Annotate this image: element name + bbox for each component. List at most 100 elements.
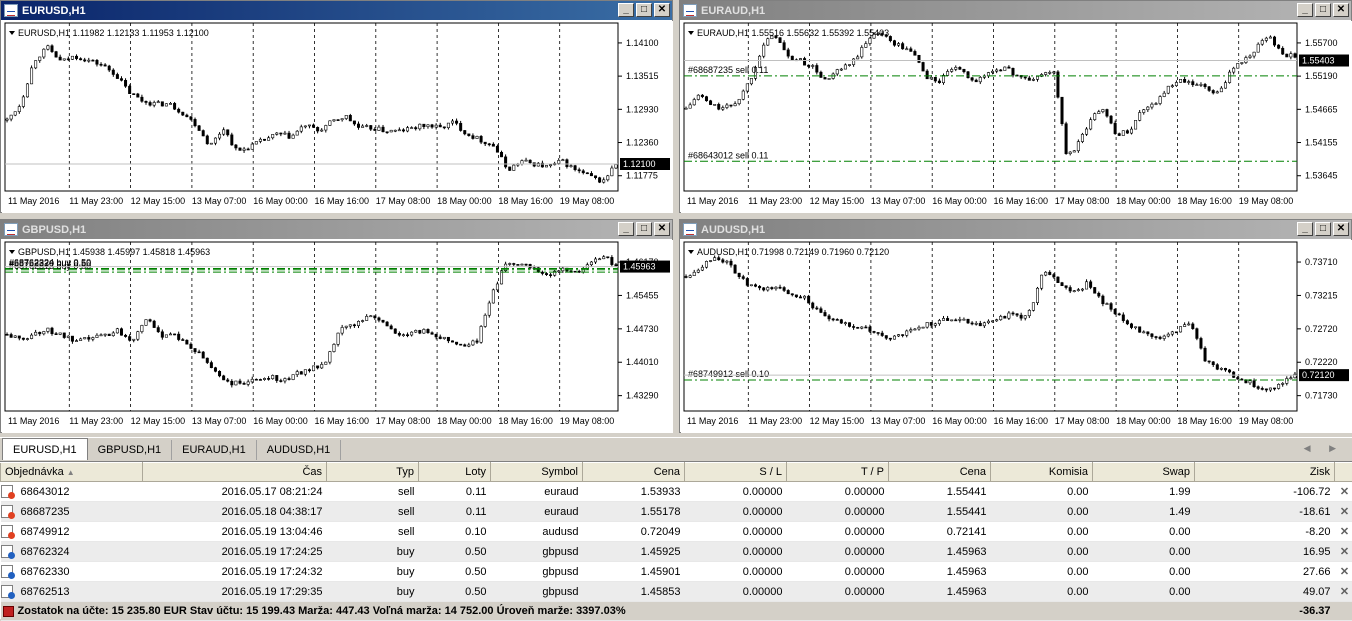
- price-axis-label: 1.45455: [626, 290, 659, 300]
- close-order-icon[interactable]: ✕: [1335, 542, 1352, 562]
- col-header-order[interactable]: Objednávka ▲: [1, 463, 143, 482]
- close-order-icon[interactable]: ✕: [1335, 482, 1352, 502]
- time-axis-label: 16 May 00:00: [932, 196, 987, 206]
- maximize-button[interactable]: □: [636, 3, 652, 17]
- window-title: EURUSD,H1: [22, 5, 86, 17]
- order-time: 2016.05.19 17:24:32: [143, 562, 327, 582]
- account-icon: [3, 606, 14, 617]
- window-titlebar[interactable]: EURAUD,H1 _ □ ✕: [680, 1, 1351, 20]
- order-row[interactable]: 686430122016.05.17 08:21:24sell0.11eurau…: [1, 482, 1352, 502]
- col-header-current-price[interactable]: Cena: [889, 463, 991, 482]
- order-symbol: euraud: [491, 502, 583, 522]
- order-swap: 0.00: [1093, 542, 1195, 562]
- price-axis-label: 1.54665: [1305, 104, 1338, 114]
- order-price: 1.53933: [583, 482, 685, 502]
- time-axis-label: 11 May 23:00: [748, 196, 802, 206]
- order-profit: 49.07: [1195, 582, 1335, 602]
- close-button[interactable]: ✕: [654, 222, 670, 236]
- price-chart[interactable]: 11 May 201611 May 23:0012 May 15:0013 Ma…: [2, 21, 673, 213]
- maximize-button[interactable]: □: [1315, 3, 1331, 17]
- col-header-tp[interactable]: T / P: [787, 463, 889, 482]
- order-id: 68762330: [1, 562, 143, 582]
- time-axis-label: 13 May 07:00: [192, 196, 247, 206]
- maximize-button[interactable]: □: [1315, 222, 1331, 236]
- window-titlebar[interactable]: AUDUSD,H1 _ □ ✕: [680, 220, 1351, 239]
- col-header-swap[interactable]: Swap: [1093, 463, 1195, 482]
- close-button[interactable]: ✕: [654, 3, 670, 17]
- tab-euraud[interactable]: EURAUD,H1: [172, 440, 257, 460]
- order-row[interactable]: 687499122016.05.19 13:04:46sell0.10audus…: [1, 522, 1352, 542]
- time-axis-label: 18 May 00:00: [1116, 196, 1171, 206]
- price-chart[interactable]: 11 May 201611 May 23:0012 May 15:0013 Ma…: [2, 240, 673, 433]
- order-swap: 0.00: [1093, 562, 1195, 582]
- order-id: 68762324: [1, 542, 143, 562]
- time-axis-label: 11 May 2016: [8, 416, 59, 426]
- price-axis-label: 1.54155: [1305, 138, 1338, 148]
- chart-window-eurusd[interactable]: EURUSD,H1 _ □ ✕ 11 May 201611 May 23:001…: [0, 0, 673, 213]
- order-sl: 0.00000: [685, 562, 787, 582]
- minimize-button[interactable]: _: [618, 222, 634, 236]
- col-header-sl[interactable]: S / L: [685, 463, 787, 482]
- col-header-commission[interactable]: Komisia: [991, 463, 1093, 482]
- orders-table: Objednávka ▲ Čas Typ Loty Symbol Cena S …: [0, 462, 1352, 621]
- order-cur: 1.55441: [889, 502, 991, 522]
- minimize-button[interactable]: _: [618, 3, 634, 17]
- account-summary-row: Zostatok na účte: 15 235.80 EUR Stav účt…: [1, 602, 1352, 621]
- maximize-button[interactable]: □: [636, 222, 652, 236]
- col-header-lots[interactable]: Loty: [419, 463, 491, 482]
- sort-ascending-icon: ▲: [67, 468, 75, 477]
- order-level-label: #68749912 sell 0.10: [688, 369, 769, 379]
- tab-eurusd[interactable]: EURUSD,H1: [2, 438, 88, 460]
- close-order-icon[interactable]: ✕: [1335, 502, 1352, 522]
- time-axis-label: 18 May 16:00: [498, 196, 553, 206]
- minimize-button[interactable]: _: [1297, 3, 1313, 17]
- time-axis-label: 18 May 16:00: [1177, 416, 1232, 426]
- close-order-icon[interactable]: ✕: [1335, 582, 1352, 602]
- price-chart[interactable]: 11 May 201611 May 23:0012 May 15:0013 Ma…: [681, 21, 1352, 213]
- col-header-symbol[interactable]: Symbol: [491, 463, 583, 482]
- order-row[interactable]: 687623302016.05.19 17:24:32buy0.50gbpusd…: [1, 562, 1352, 582]
- col-header-type[interactable]: Typ: [327, 463, 419, 482]
- order-price: 1.45853: [583, 582, 685, 602]
- order-sl: 0.00000: [685, 522, 787, 542]
- chart-tabs: EURUSD,H1 GBPUSD,H1 EURAUD,H1 AUDUSD,H1 …: [0, 437, 1352, 460]
- sell-order-icon: [1, 525, 13, 538]
- window-title: AUDUSD,H1: [701, 224, 765, 236]
- order-row[interactable]: 687623242016.05.19 17:24:25buy0.50gbpusd…: [1, 542, 1352, 562]
- order-cur: 1.45963: [889, 562, 991, 582]
- chart-svg: 11 May 201611 May 23:0012 May 15:0013 Ma…: [681, 21, 1352, 213]
- order-price: 1.45925: [583, 542, 685, 562]
- order-lots: 0.50: [419, 542, 491, 562]
- trade-terminal: Objednávka ▲ Čas Typ Loty Symbol Cena S …: [0, 461, 1352, 619]
- close-button[interactable]: ✕: [1333, 3, 1349, 17]
- order-row[interactable]: 686872352016.05.18 04:38:17sell0.11eurau…: [1, 502, 1352, 522]
- minimize-button[interactable]: _: [1297, 222, 1313, 236]
- window-titlebar[interactable]: GBPUSD,H1 _ □ ✕: [1, 220, 672, 239]
- order-comm: 0.00: [991, 562, 1093, 582]
- chart-window-euraud[interactable]: EURAUD,H1 _ □ ✕ 11 May 201611 May 23:001…: [679, 0, 1352, 213]
- window-titlebar[interactable]: EURUSD,H1 _ □ ✕: [1, 1, 672, 20]
- order-time: 2016.05.19 17:24:25: [143, 542, 327, 562]
- col-header-profit[interactable]: Zisk: [1195, 463, 1335, 482]
- order-tp: 0.00000: [787, 522, 889, 542]
- time-axis-label: 16 May 16:00: [315, 416, 370, 426]
- col-header-open-price[interactable]: Cena: [583, 463, 685, 482]
- col-header-time[interactable]: Čas: [143, 463, 327, 482]
- close-order-icon[interactable]: ✕: [1335, 562, 1352, 582]
- buy-order-icon: [1, 565, 13, 578]
- chart-window-gbpusd[interactable]: GBPUSD,H1 _ □ ✕ 11 May 201611 May 23:001…: [0, 219, 673, 433]
- order-tp: 0.00000: [787, 482, 889, 502]
- tab-audusd[interactable]: AUDUSD,H1: [257, 440, 342, 460]
- time-axis-label: 16 May 00:00: [253, 416, 308, 426]
- price-chart[interactable]: 11 May 201611 May 23:0012 May 15:0013 Ma…: [681, 240, 1352, 433]
- tab-gbpusd[interactable]: GBPUSD,H1: [88, 440, 173, 460]
- close-button[interactable]: ✕: [1333, 222, 1349, 236]
- tab-scroll-arrows[interactable]: ◀ ▶: [1304, 443, 1344, 454]
- chart-window-audusd[interactable]: AUDUSD,H1 _ □ ✕ 11 May 201611 May 23:001…: [679, 219, 1352, 433]
- time-axis-label: 11 May 2016: [687, 416, 738, 426]
- order-cur: 1.45963: [889, 542, 991, 562]
- close-order-icon[interactable]: ✕: [1335, 522, 1352, 542]
- order-profit: 16.95: [1195, 542, 1335, 562]
- order-row[interactable]: 687625132016.05.19 17:29:35buy0.50gbpusd…: [1, 582, 1352, 602]
- window-title: GBPUSD,H1: [22, 224, 86, 236]
